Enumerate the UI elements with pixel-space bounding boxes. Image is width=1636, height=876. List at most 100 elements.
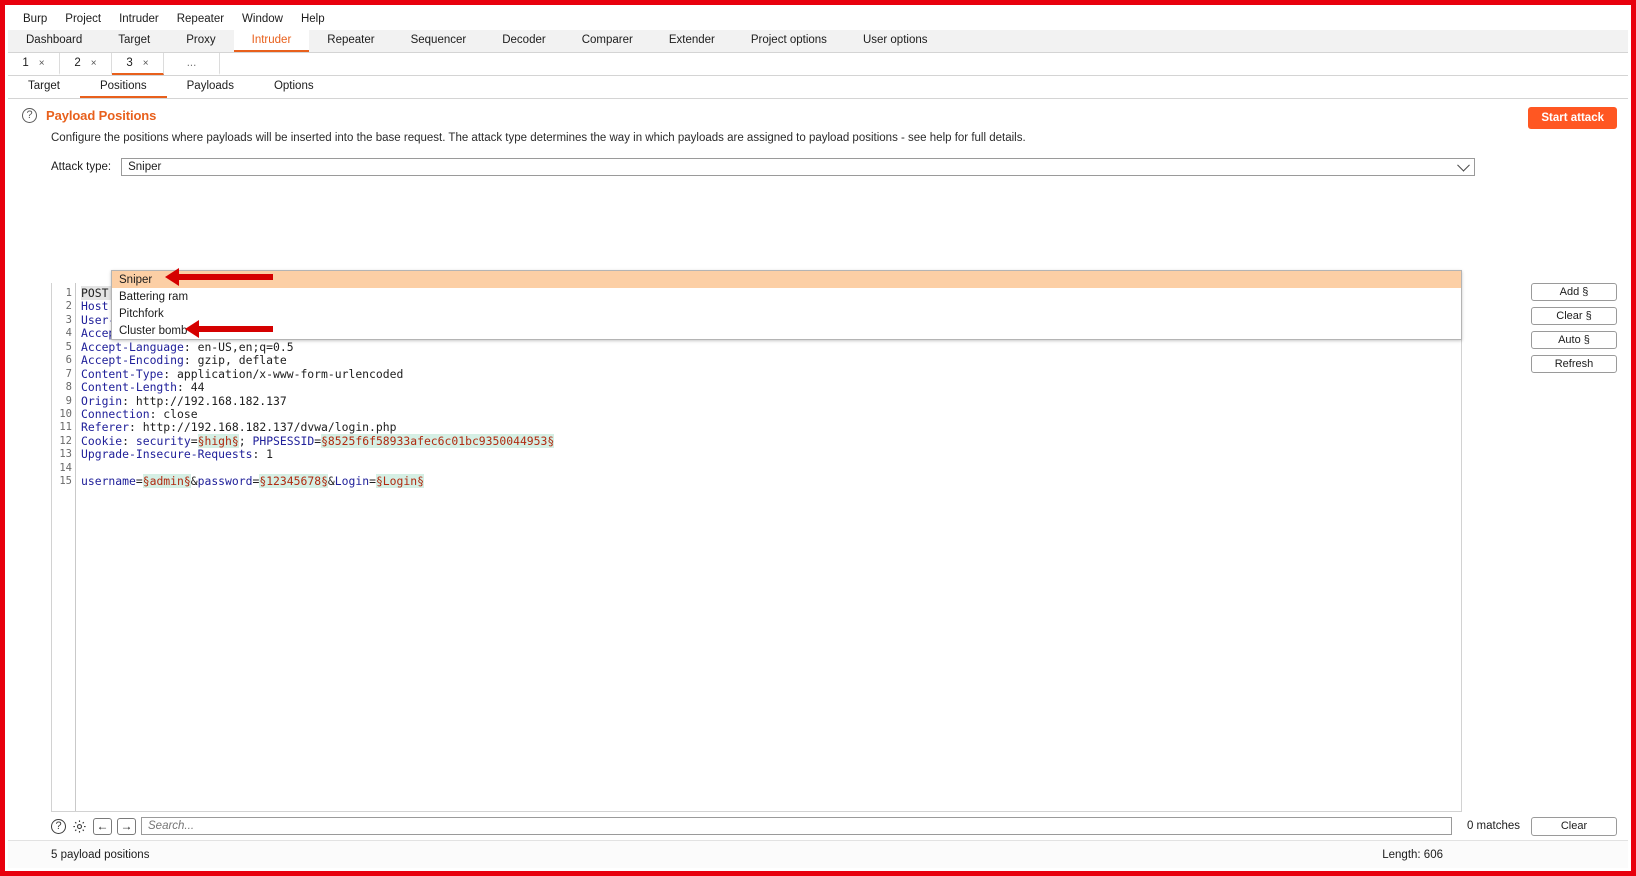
- line-number: 14: [59, 461, 72, 474]
- code-line: Upgrade-Insecure-Requests: 1: [81, 448, 1461, 461]
- close-icon[interactable]: ×: [143, 58, 149, 69]
- tab-comparer[interactable]: Comparer: [564, 30, 651, 52]
- menu-item-intruder[interactable]: Intruder: [110, 11, 168, 27]
- payload-positions-count: 5 payload positions: [51, 848, 150, 861]
- position-buttons: Add § Clear § Auto § Refresh: [1531, 283, 1617, 373]
- code-text: &: [190, 474, 198, 489]
- header-token: username: [81, 474, 136, 489]
- dropdown-option-sniper[interactable]: Sniper: [112, 271, 1461, 288]
- attack-tab-2[interactable]: 2 ×: [60, 53, 112, 75]
- attack-tab-1-label: 1: [22, 57, 29, 69]
- clear-search-button[interactable]: Clear: [1531, 816, 1617, 836]
- menu-item-repeater[interactable]: Repeater: [168, 11, 233, 27]
- header-token: Content-Type: [81, 366, 164, 381]
- close-icon[interactable]: ×: [91, 58, 97, 69]
- line-number: 12: [59, 434, 72, 447]
- code-text: : close: [149, 406, 198, 421]
- tab-dashboard[interactable]: Dashboard: [8, 30, 100, 52]
- code-line: Accept-Encoding: gzip, deflate: [81, 353, 1461, 368]
- tab-extender[interactable]: Extender: [651, 30, 733, 52]
- attack-type-select[interactable]: Sniper: [121, 158, 1476, 176]
- line-number: 7: [65, 367, 72, 380]
- dropdown-option-battering-ram[interactable]: Battering ram: [112, 288, 1461, 305]
- tab-decoder[interactable]: Decoder: [484, 30, 563, 52]
- attack-tab-1[interactable]: 1 ×: [8, 53, 60, 75]
- code-text: : 1: [252, 447, 274, 462]
- tab-intruder[interactable]: Intruder: [233, 30, 310, 52]
- header-token: Referer: [81, 420, 130, 435]
- payload-marker: §8525f6f58933afec6c01bc9350044953§: [321, 433, 555, 448]
- inner-tab-options[interactable]: Options: [254, 76, 334, 98]
- code-text: =: [135, 474, 143, 489]
- code-line: Origin: http://192.168.182.137: [81, 393, 1461, 408]
- inner-tab-payloads[interactable]: Payloads: [167, 76, 254, 98]
- request-length: Length: 606: [1382, 848, 1443, 861]
- code-line: Content-Length: 44: [81, 380, 1461, 395]
- line-number: 11: [59, 421, 72, 434]
- search-prev-button[interactable]: ←: [93, 817, 112, 835]
- auto-payload-markers-button[interactable]: Auto §: [1531, 331, 1617, 349]
- attack-type-label: Attack type:: [51, 161, 112, 173]
- tab-target[interactable]: Target: [100, 30, 168, 52]
- code-line: username=§admin§&password=§12345678§&Log…: [81, 474, 1461, 489]
- line-number: 3: [65, 313, 72, 326]
- attack-type-dropdown[interactable]: Sniper Battering ram Pitchfork Cluster b…: [111, 270, 1462, 340]
- gear-icon[interactable]: [71, 818, 88, 835]
- search-input[interactable]: [141, 817, 1452, 835]
- menu-item-burp[interactable]: Burp: [14, 11, 56, 27]
- help-icon[interactable]: ?: [51, 818, 66, 834]
- annotation-arrow-cluster-bomb: [198, 326, 273, 332]
- line-number-gutter: 1 2 3 4 5 6 7 8 9 10 11 12 13 14 15: [52, 283, 76, 811]
- line-number: 8: [65, 381, 72, 394]
- line-number: 1: [65, 287, 72, 299]
- dropdown-option-cluster-bomb[interactable]: Cluster bomb: [112, 322, 1461, 339]
- menu-item-window[interactable]: Window: [233, 11, 292, 27]
- search-bar: ? ← → 0 matches Clear: [51, 814, 1617, 838]
- annotation-arrow-sniper: [178, 274, 273, 280]
- payload-marker: §high§: [197, 433, 239, 448]
- line-number: 6: [65, 354, 72, 367]
- code-text: : 44: [177, 380, 205, 395]
- header-token: password: [197, 474, 253, 489]
- chevron-down-icon: [1457, 158, 1470, 172]
- line-number: 5: [65, 340, 72, 353]
- menu-item-help[interactable]: Help: [292, 11, 334, 27]
- menu-item-project[interactable]: Project: [56, 11, 110, 27]
- help-icon[interactable]: ?: [22, 108, 37, 123]
- start-attack-button[interactable]: Start attack: [1528, 107, 1617, 129]
- line-number: 2: [65, 300, 72, 313]
- search-next-button[interactable]: →: [117, 817, 136, 835]
- header-token: Origin: [81, 393, 123, 408]
- payload-marker: §12345678§: [259, 474, 328, 489]
- tab-user-options[interactable]: User options: [845, 30, 946, 52]
- attack-tab-2-label: 2: [74, 57, 81, 69]
- add-payload-marker-button[interactable]: Add §: [1531, 283, 1617, 301]
- inner-tab-target[interactable]: Target: [8, 76, 80, 98]
- code-text: : gzip, deflate: [183, 353, 287, 368]
- dropdown-option-pitchfork[interactable]: Pitchfork: [112, 305, 1461, 322]
- code-text: : application/x-www-form-urlencoded: [163, 366, 404, 381]
- refresh-button[interactable]: Refresh: [1531, 355, 1617, 373]
- attack-tab-overflow[interactable]: ...: [164, 53, 220, 75]
- tab-repeater[interactable]: Repeater: [309, 30, 392, 52]
- line-number: 4: [65, 327, 72, 340]
- line-number: 13: [59, 448, 72, 461]
- burp-suite-window: Burp Project Intruder Repeater Window He…: [8, 8, 1628, 868]
- close-icon[interactable]: ×: [39, 58, 45, 69]
- request-text[interactable]: POST /Host:User-AAcceptAccept-Language: …: [76, 283, 1461, 811]
- positions-panel: ? Payload Positions Configure the positi…: [8, 99, 1628, 868]
- inner-tab-positions[interactable]: Positions: [79, 76, 167, 98]
- code-text: =: [190, 433, 198, 448]
- header-token: PHPSESSID: [252, 433, 315, 448]
- code-text: =: [369, 474, 376, 489]
- header-token: Accept-Language: [81, 339, 184, 354]
- tab-proxy[interactable]: Proxy: [168, 30, 233, 52]
- attack-tab-3[interactable]: 3 ×: [112, 53, 164, 75]
- request-editor[interactable]: 123456789101112131415 POST /Host:User-AA…: [51, 283, 1462, 812]
- header-token: Cookie: [81, 433, 123, 448]
- clear-payload-markers-button[interactable]: Clear §: [1531, 307, 1617, 325]
- tab-project-options[interactable]: Project options: [733, 30, 845, 52]
- tab-sequencer[interactable]: Sequencer: [393, 30, 485, 52]
- page-title: Payload Positions: [46, 108, 157, 123]
